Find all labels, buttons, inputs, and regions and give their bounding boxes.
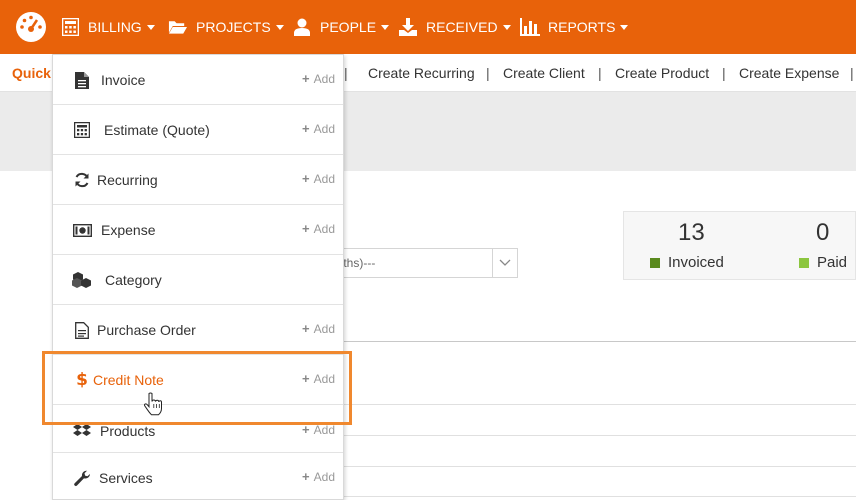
separator: | (850, 65, 854, 81)
caret-down-icon (275, 24, 284, 30)
download-icon (398, 17, 418, 37)
calculator-icon (71, 119, 93, 141)
nav-billing-label: BILLING (88, 19, 142, 35)
table-row-divider (300, 496, 856, 497)
table-divider (300, 341, 856, 342)
plus-icon: + (302, 71, 310, 86)
menu-item-label: Expense (101, 222, 156, 238)
menu-item-purchase-order[interactable]: Purchase Order + Add (53, 305, 343, 355)
add-label: Add (313, 321, 335, 336)
calculator-icon (60, 17, 80, 37)
file-text-icon (71, 69, 93, 91)
create-client-link[interactable]: Create Client (503, 65, 585, 81)
add-purchase-order-link[interactable]: + Add (302, 321, 335, 336)
quick-title: Quick (12, 65, 51, 81)
table-row-divider (300, 404, 856, 405)
invoiced-label: Invoiced (668, 254, 724, 271)
chevron-down-icon[interactable] (492, 249, 517, 277)
create-product-link[interactable]: Create Product (615, 65, 709, 81)
separator: | (344, 65, 348, 81)
user-icon (292, 17, 312, 37)
paid-count: 0 (816, 219, 830, 246)
add-label: Add (313, 221, 335, 236)
separator: | (722, 65, 726, 81)
create-recurring-link[interactable]: Create Recurring (368, 65, 475, 81)
paid-legend: Paid (799, 254, 847, 271)
cubes-icon (71, 269, 93, 291)
paid-swatch (799, 257, 809, 268)
plus-icon: + (302, 221, 310, 236)
nav-projects-label: PROJECTS (196, 19, 271, 35)
add-label: Add (313, 171, 335, 186)
add-label: Add (313, 121, 335, 136)
caret-down-icon (146, 24, 155, 30)
paid-label: Paid (817, 254, 848, 271)
invoiced-count: 13 (678, 219, 705, 246)
menu-item-label: Invoice (101, 72, 146, 88)
menu-item-invoice[interactable]: Invoice + Add (53, 55, 343, 105)
menu-item-label: Products (100, 423, 156, 439)
bar-chart-icon (520, 17, 540, 37)
top-navigation-bar: BILLING PROJECTS PEOPLE RECEIVED REPORTS (0, 0, 856, 54)
separator: | (486, 65, 490, 81)
caret-down-icon (502, 24, 511, 30)
file-outline-icon (71, 319, 93, 341)
stats-card: 13 Invoiced 0 Paid (623, 211, 856, 280)
add-services-link[interactable]: + Add (302, 469, 335, 484)
invoiced-legend: Invoiced (650, 254, 724, 271)
nav-people-label: PEOPLE (320, 19, 377, 35)
menu-item-estimate[interactable]: Estimate (Quote) + Add (53, 105, 343, 155)
table-row-divider (300, 435, 856, 436)
invoiced-swatch (650, 257, 660, 268)
nav-reports[interactable]: REPORTS (520, 0, 629, 54)
add-recurring-link[interactable]: + Add (302, 171, 335, 186)
menu-item-recurring[interactable]: Recurring + Add (53, 155, 343, 205)
create-expense-link[interactable]: Create Expense (739, 65, 839, 81)
hand-pointer-cursor-icon (144, 392, 162, 416)
add-label: Add (313, 469, 335, 484)
add-invoice-link[interactable]: + Add (302, 71, 335, 86)
menu-item-label: Recurring (97, 172, 158, 188)
menu-item-label: Purchase Order (97, 322, 196, 338)
nav-billing[interactable]: BILLING (60, 0, 155, 54)
add-estimate-link[interactable]: + Add (302, 121, 335, 136)
nav-reports-label: REPORTS (548, 19, 616, 35)
refresh-icon (71, 169, 93, 191)
plus-icon: + (302, 121, 310, 136)
menu-item-category[interactable]: Category (53, 255, 343, 305)
menu-item-services[interactable]: Services + Add (53, 453, 343, 500)
menu-item-label: Category (105, 272, 162, 288)
plus-icon: + (302, 469, 310, 484)
nav-received-label: RECEIVED (426, 19, 498, 35)
money-icon (71, 219, 93, 241)
add-expense-link[interactable]: + Add (302, 221, 335, 236)
folder-open-icon (168, 17, 188, 37)
highlight-box (42, 351, 352, 425)
menu-item-label: Services (99, 470, 153, 486)
caret-down-icon (620, 24, 629, 30)
menu-item-expense[interactable]: Expense + Add (53, 205, 343, 255)
add-label: Add (313, 71, 335, 86)
billing-dropdown-menu: Invoice + Add Estimate (Quote) + Add Recur… (52, 54, 344, 500)
menu-item-label: Estimate (Quote) (104, 122, 210, 138)
nav-people[interactable]: PEOPLE (292, 0, 390, 54)
wrench-icon (71, 467, 93, 489)
nav-projects[interactable]: PROJECTS (168, 0, 284, 54)
plus-icon: + (302, 321, 310, 336)
caret-down-icon (381, 24, 390, 30)
table-row-divider (300, 466, 856, 467)
separator: | (598, 65, 602, 81)
plus-icon: + (302, 171, 310, 186)
dashboard-gauge-icon[interactable] (14, 10, 48, 44)
nav-received[interactable]: RECEIVED (398, 0, 511, 54)
